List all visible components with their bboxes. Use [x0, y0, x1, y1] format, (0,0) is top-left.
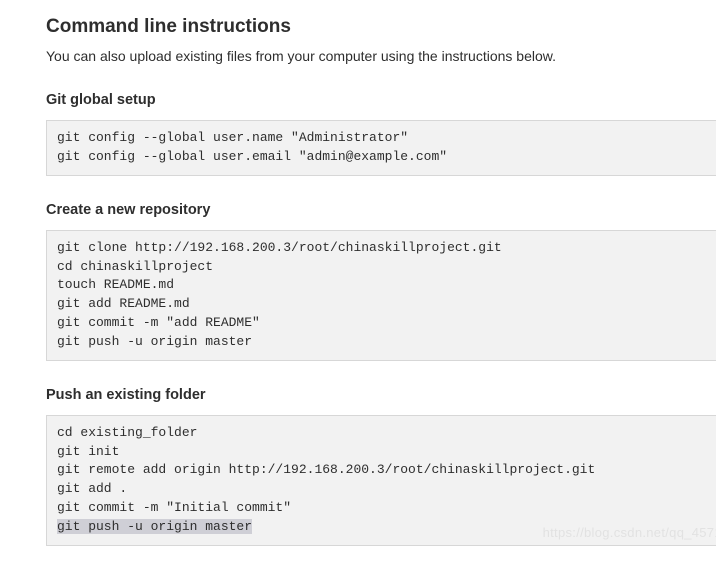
page-title: Command line instructions	[46, 16, 716, 38]
watermark-text: https://blog.csdn.net/qq_45714272	[543, 525, 716, 540]
code-block-global-setup[interactable]: git config --global user.name "Administr…	[46, 120, 716, 176]
page-subtitle: You can also upload existing files from …	[46, 48, 716, 64]
section-heading-existing-folder: Push an existing folder	[46, 387, 716, 403]
code-block-new-repo[interactable]: git clone http://192.168.200.3/root/chin…	[46, 230, 716, 361]
code-line-highlighted: git push -u origin master	[57, 519, 252, 534]
section-heading-global-setup: Git global setup	[46, 92, 716, 108]
section-heading-new-repo: Create a new repository	[46, 202, 716, 218]
